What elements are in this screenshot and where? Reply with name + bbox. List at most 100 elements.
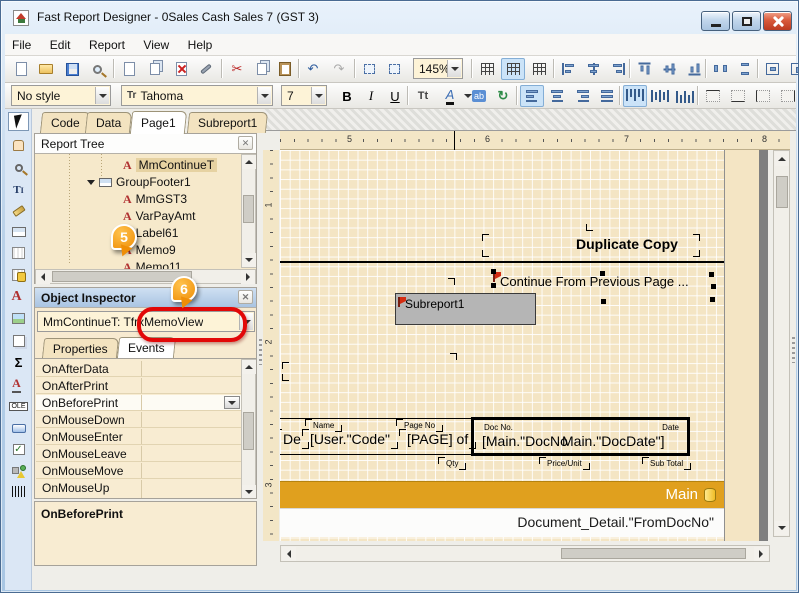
label-page-no[interactable]: Page No xyxy=(404,421,435,430)
dialog-page-button[interactable] xyxy=(8,243,29,262)
label-doc-no[interactable]: Doc No. xyxy=(484,423,513,432)
align-to-grid-button[interactable] xyxy=(501,58,525,80)
scroll-thumb[interactable] xyxy=(243,195,254,223)
tree-vertical-scrollbar[interactable] xyxy=(241,154,256,268)
tree-item-mmgst3[interactable]: AMmGST3 xyxy=(123,191,187,207)
panel-splitter[interactable] xyxy=(259,339,262,365)
chevron-down-icon[interactable] xyxy=(257,87,271,104)
scroll-up-button[interactable] xyxy=(242,360,256,374)
chevron-down-icon[interactable] xyxy=(447,60,461,77)
page-viewport[interactable]: Duplicate Copy Continue From Previous Pa… xyxy=(280,150,770,541)
scroll-down-button[interactable] xyxy=(242,253,256,267)
event-value-cell[interactable] xyxy=(141,463,242,478)
copy-button[interactable] xyxy=(250,58,274,80)
event-row-onmouseleave[interactable]: OnMouseLeave xyxy=(36,446,242,462)
ole-object-button[interactable]: OLE xyxy=(8,397,29,416)
system-text-button[interactable]: Σ xyxy=(8,353,29,372)
bold-button[interactable]: B xyxy=(335,85,359,107)
collapse-icon[interactable] xyxy=(87,180,95,185)
new-report-button[interactable] xyxy=(9,58,33,80)
scroll-up-button[interactable] xyxy=(775,152,789,166)
subreport-object-button[interactable] xyxy=(8,331,29,350)
hand-tool-button[interactable] xyxy=(8,136,29,155)
event-row-onbeforeprint[interactable]: OnBeforePrint xyxy=(36,395,242,411)
font-settings-button[interactable]: Tt xyxy=(411,85,435,107)
text-align-center-button[interactable] xyxy=(545,85,569,107)
menu-help[interactable]: Help xyxy=(181,34,220,52)
text-edit-tool-button[interactable]: TI xyxy=(8,180,29,199)
main-band[interactable]: Main xyxy=(280,481,724,508)
selection-handle[interactable] xyxy=(710,297,715,302)
canvas-vertical-scrollbar[interactable] xyxy=(773,150,790,537)
memo-continue-from-previous-page[interactable]: Continue From Previous Page ... xyxy=(500,274,689,289)
minimize-button[interactable] xyxy=(701,11,730,31)
selection-handle[interactable] xyxy=(600,271,605,276)
rich-text-button[interactable]: A xyxy=(8,375,29,394)
group-button[interactable] xyxy=(357,58,381,80)
scroll-down-button[interactable] xyxy=(242,485,256,498)
barcode-object-button[interactable] xyxy=(8,482,29,501)
font-combo[interactable]: Tr Tahoma xyxy=(121,85,273,106)
text-align-left-button[interactable] xyxy=(520,85,544,107)
page-settings-button[interactable] xyxy=(194,58,218,80)
save-report-button[interactable] xyxy=(60,58,84,80)
scroll-thumb[interactable] xyxy=(243,412,254,450)
tree-item-mmcontinuet[interactable]: A MmContinueT xyxy=(123,157,217,173)
tree-horizontal-scrollbar[interactable] xyxy=(35,269,256,284)
event-value-cell[interactable] xyxy=(141,412,242,427)
close-button[interactable] xyxy=(763,11,792,31)
menu-edit[interactable]: Edit xyxy=(43,34,78,52)
select-tool-button[interactable] xyxy=(8,112,29,131)
event-value-cell[interactable] xyxy=(141,446,242,461)
report-tree-header[interactable]: Report Tree ✕ xyxy=(35,134,256,154)
close-panel-button[interactable]: ✕ xyxy=(238,290,253,304)
text-object-button[interactable]: A xyxy=(8,287,29,306)
event-row-onpreviewclick[interactable]: OnPreviewClick xyxy=(36,495,242,498)
close-panel-button[interactable]: ✕ xyxy=(238,136,253,150)
data-dictionary-button[interactable] xyxy=(8,265,29,284)
scroll-thumb[interactable] xyxy=(52,271,192,282)
align-bottoms-button[interactable] xyxy=(682,58,706,80)
scroll-down-button[interactable] xyxy=(775,521,789,535)
new-dialog-button[interactable] xyxy=(143,58,167,80)
frame-top-button[interactable] xyxy=(701,85,725,107)
tab-page1[interactable]: Page1 xyxy=(130,111,187,134)
event-row-onmouseenter[interactable]: OnMouseEnter xyxy=(36,429,242,445)
insert-band-button[interactable] xyxy=(8,222,29,241)
checkbox-object-button[interactable]: ✓ xyxy=(8,440,29,459)
frame-right-button[interactable] xyxy=(776,85,799,107)
open-report-button[interactable] xyxy=(34,58,58,80)
format-painter-button[interactable] xyxy=(8,201,29,220)
label-name[interactable]: Name xyxy=(313,421,334,430)
event-row-onmousedown[interactable]: OnMouseDown xyxy=(36,412,242,428)
italic-button[interactable]: I xyxy=(359,85,383,107)
space-horizontally-button[interactable] xyxy=(708,58,732,80)
label-sub-total[interactable]: Sub Total xyxy=(650,459,683,468)
chevron-down-icon[interactable] xyxy=(311,87,325,104)
frame-left-button[interactable] xyxy=(751,85,775,107)
memo-user-code[interactable]: [User."Code" xyxy=(310,431,390,447)
menu-report[interactable]: Report xyxy=(82,34,132,52)
memo-main-docno[interactable]: [Main."DocNo xyxy=(482,433,568,449)
scroll-thumb[interactable] xyxy=(561,548,746,559)
event-value-cell[interactable] xyxy=(141,480,242,495)
text-valign-bottom-button[interactable] xyxy=(673,85,697,107)
selection-handle[interactable] xyxy=(711,284,716,289)
menu-view[interactable]: View xyxy=(136,34,176,52)
doc-info-frame[interactable]: Doc No. Date [Main."DocNo Main."DocDate"… xyxy=(471,417,690,456)
panel-splitter[interactable] xyxy=(792,337,795,363)
memo-duplicate-copy[interactable]: Duplicate Copy xyxy=(576,236,678,252)
tab-code[interactable]: Code xyxy=(40,112,91,133)
addon-objects-button[interactable] xyxy=(8,461,29,480)
align-middles-button[interactable] xyxy=(657,58,681,80)
event-dropdown-button[interactable] xyxy=(224,396,240,409)
rotation-button[interactable]: ↻ xyxy=(491,85,515,107)
scroll-left-button[interactable] xyxy=(282,547,296,561)
scroll-right-button[interactable] xyxy=(754,547,768,561)
chevron-down-icon[interactable] xyxy=(95,87,109,104)
highlight-button[interactable]: ab xyxy=(467,85,491,107)
event-value-cell[interactable] xyxy=(141,361,242,376)
ungroup-button[interactable] xyxy=(382,58,406,80)
font-color-button[interactable]: A xyxy=(435,85,465,107)
restore-button[interactable] xyxy=(732,11,761,31)
